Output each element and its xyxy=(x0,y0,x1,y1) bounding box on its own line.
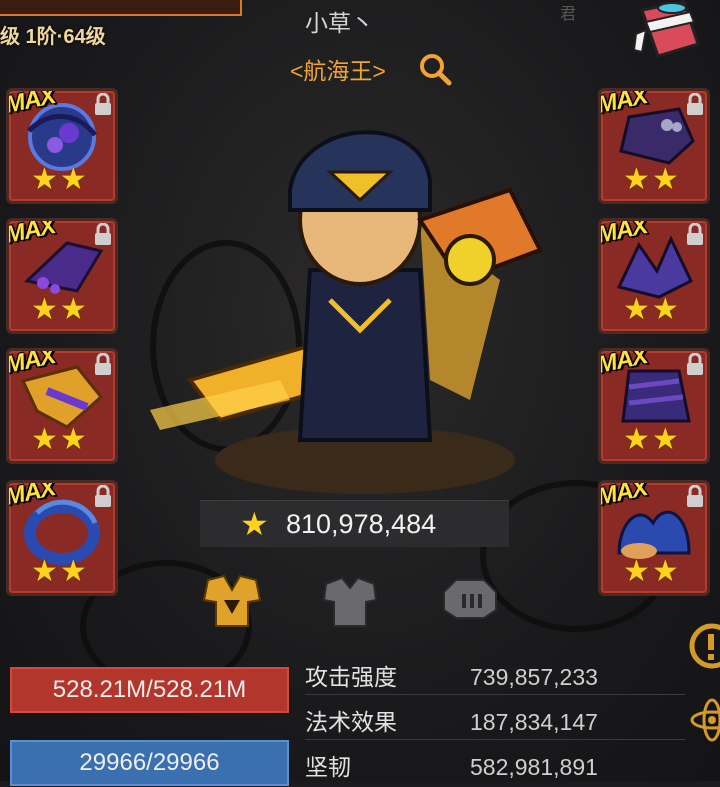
atom-icon[interactable] xyxy=(686,696,720,744)
star-rating: ★★ xyxy=(623,163,681,196)
top-status-bar xyxy=(0,0,242,16)
attribute-row: 坚韧 582,981,891 xyxy=(305,747,685,787)
lock-icon[interactable] xyxy=(685,485,705,509)
alert-icon[interactable] xyxy=(686,622,720,670)
attribute-value: 582,981,891 xyxy=(470,754,598,780)
equip-slot-left-2[interactable]: MAX ★★ xyxy=(6,218,118,334)
player-name: 小草丶 xyxy=(305,10,374,36)
combat-power-value: 810,978,484 xyxy=(286,509,437,539)
attribute-name: 坚韧 xyxy=(305,754,351,780)
equip-slot-right-3[interactable]: MAX ★★ xyxy=(598,348,710,464)
lock-icon[interactable] xyxy=(685,223,705,247)
equip-slot-right-1[interactable]: MAX ★★ xyxy=(598,88,710,204)
grey-mech-tab[interactable] xyxy=(438,570,502,630)
divider xyxy=(305,739,685,740)
star-icon: ★ xyxy=(240,506,269,542)
star-rating: ★★ xyxy=(31,423,89,456)
lock-icon[interactable] xyxy=(93,485,113,509)
lock-icon[interactable] xyxy=(93,93,113,117)
star-rating: ★★ xyxy=(31,293,89,326)
star-rating: ★★ xyxy=(31,555,89,588)
level-label: 级 1阶·64级 xyxy=(0,26,106,48)
hp-bar: 528.21M/528.21M xyxy=(10,667,289,713)
grey-armor-tab[interactable] xyxy=(318,570,382,630)
lock-icon[interactable] xyxy=(685,353,705,377)
attribute-row: 法术效果 187,834,147 xyxy=(305,702,685,742)
equip-slot-right-4[interactable]: MAX ★★ xyxy=(598,480,710,596)
combat-power-panel: ★ 810,978,484 xyxy=(200,500,509,547)
equip-slot-right-2[interactable]: MAX ★★ xyxy=(598,218,710,334)
lock-icon[interactable] xyxy=(685,93,705,117)
attribute-name: 攻击强度 xyxy=(305,664,397,690)
star-rating: ★★ xyxy=(31,163,89,196)
potion-icon[interactable] xyxy=(632,0,706,60)
attribute-value: 739,857,233 xyxy=(470,664,598,690)
star-rating: ★★ xyxy=(623,555,681,588)
star-rating: ★★ xyxy=(623,293,681,326)
mp-bar: 29966/29966 xyxy=(10,740,289,786)
equip-slot-left-4[interactable]: MAX ★★ xyxy=(6,480,118,596)
lock-icon[interactable] xyxy=(93,223,113,247)
equip-slot-left-1[interactable]: MAX ★★ xyxy=(6,88,118,204)
divider xyxy=(305,694,685,695)
lock-icon[interactable] xyxy=(93,353,113,377)
hero-character xyxy=(150,130,543,494)
attribute-row: 攻击强度 739,857,233 xyxy=(305,657,685,697)
equip-slot-left-3[interactable]: MAX ★★ xyxy=(6,348,118,464)
attribute-name: 法术效果 xyxy=(305,709,397,735)
star-rating: ★★ xyxy=(623,423,681,456)
attribute-value: 187,834,147 xyxy=(470,709,598,735)
background-text: 君 xyxy=(560,6,577,23)
gold-armor-tab[interactable] xyxy=(200,570,264,630)
